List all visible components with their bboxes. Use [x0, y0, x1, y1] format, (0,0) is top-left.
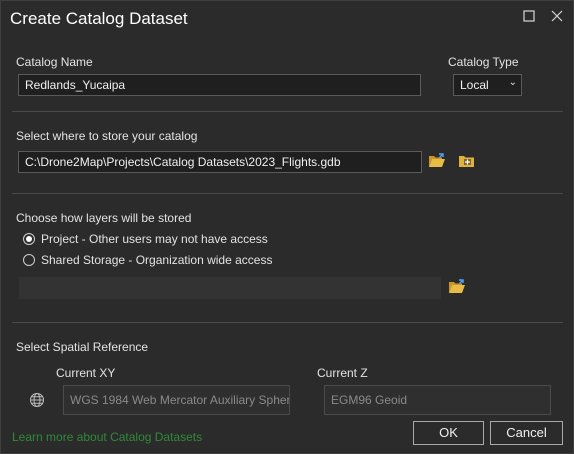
- folder-open-icon[interactable]: [428, 153, 446, 174]
- new-geodatabase-icon[interactable]: [458, 153, 476, 174]
- shared-storage-path-input[interactable]: [19, 277, 441, 299]
- dialog-title: Create Catalog Dataset: [10, 9, 188, 28]
- maximize-icon[interactable]: [520, 8, 538, 26]
- catalog-path-input[interactable]: C:\Drone2Map\Projects\Catalog Datasets\2…: [18, 151, 422, 173]
- spatial-reference-label: Select Spatial Reference: [16, 340, 149, 354]
- current-xy-label: Current XY: [56, 366, 116, 380]
- radio-project[interactable]: [23, 233, 35, 245]
- ok-button[interactable]: OK: [413, 421, 484, 445]
- learn-more-link[interactable]: Learn more about Catalog Datasets: [12, 430, 202, 444]
- folder-open-icon[interactable]: [448, 279, 466, 300]
- layers-storage-label: Choose how layers will be stored: [16, 211, 192, 225]
- radio-shared-storage-label[interactable]: Shared Storage - Organization wide acces…: [41, 253, 272, 267]
- radio-shared-storage[interactable]: [23, 254, 35, 266]
- divider: [12, 193, 563, 194]
- close-icon[interactable]: [548, 8, 566, 26]
- create-catalog-dataset-dialog: Create Catalog Dataset Catalog Name Redl…: [0, 0, 574, 454]
- cancel-button[interactable]: Cancel: [490, 421, 563, 445]
- title-bar: Create Catalog Dataset: [1, 1, 573, 35]
- catalog-type-value: Local: [460, 78, 489, 92]
- catalog-type-label: Catalog Type: [448, 55, 519, 69]
- catalog-type-select[interactable]: Local ⌄: [453, 74, 522, 96]
- divider: [12, 111, 563, 112]
- divider: [12, 322, 563, 323]
- current-z-label: Current Z: [317, 366, 368, 380]
- catalog-name-input[interactable]: Redlands_Yucaipa: [18, 74, 421, 96]
- current-z-field: EGM96 Geoid: [324, 385, 551, 415]
- current-xy-field: WGS 1984 Web Mercator Auxiliary Sphere: [63, 385, 290, 415]
- radio-project-label[interactable]: Project - Other users may not have acces…: [41, 232, 268, 246]
- storage-label: Select where to store your catalog: [16, 129, 198, 143]
- catalog-name-label: Catalog Name: [16, 55, 93, 69]
- globe-icon[interactable]: [29, 392, 45, 413]
- chevron-down-icon: ⌄: [508, 77, 517, 88]
